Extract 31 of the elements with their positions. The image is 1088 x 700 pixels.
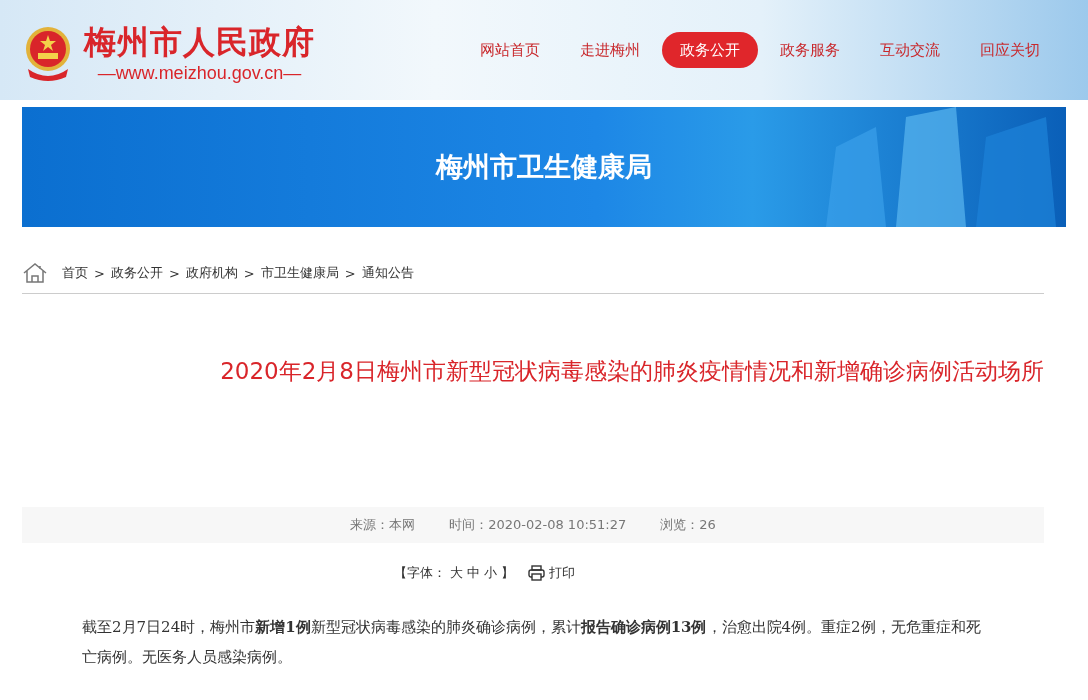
font-size-link[interactable]: 中 (466, 564, 480, 582)
print-link[interactable]: 打印 (548, 564, 575, 582)
article-paragraph: 截至2月7日24时，梅州市新增1例新型冠状病毒感染的肺炎确诊病例，累计报告确诊病例13例，治愈出院4例。重症2例，无危重症和死亡病例。无医务人员感染病例。 (82, 617, 982, 668)
nav-tab[interactable]: 互动交流 (862, 32, 958, 68)
breadcrumb-link[interactable]: 通知公告 (361, 264, 414, 282)
breadcrumb-link[interactable]: 首页 (62, 264, 88, 282)
breadcrumb-separator: > (243, 265, 255, 281)
breadcrumb-link[interactable]: 政务公开 (110, 264, 163, 282)
breadcrumb-link[interactable]: 政府机构 (185, 264, 238, 282)
article-title: 2020年2月8日梅州市新型冠状病毒感染的肺炎疫情情况和新增确诊病例活动场所 (219, 357, 1044, 386)
site-url: —www.meizhou.gov.cn— (97, 62, 302, 84)
nav-tab[interactable]: 政务公开 (662, 32, 758, 68)
nav-tab[interactable]: 网站首页 (462, 32, 558, 68)
breadcrumb-link[interactable]: 市卫生健康局 (260, 264, 339, 282)
breadcrumb-separator: > (94, 265, 105, 281)
meta-text: 时间：2020-02-08 10:51:27 (449, 516, 627, 534)
breadcrumb-separator: > (344, 265, 356, 281)
printer-icon (527, 565, 545, 581)
font-size-link[interactable]: 大 (449, 564, 463, 582)
banner-title: 梅州市卫生健康局 (436, 150, 652, 184)
site-title: 梅州市人民政府 (84, 22, 315, 62)
nav-tab[interactable]: 政务服务 (762, 32, 858, 68)
font-size-label: 【字体： (393, 564, 446, 582)
meta-text: 来源：本网 (350, 516, 416, 534)
nav-tab[interactable]: 走进梅州 (562, 32, 658, 68)
meta-text: 浏览：26 (660, 516, 716, 534)
breadcrumb-separator: > (168, 265, 180, 281)
home-icon (22, 262, 48, 284)
font-size-link[interactable]: 小 (483, 564, 497, 582)
nav-tab[interactable]: 回应关切 (962, 32, 1058, 68)
font-size-bracket: 】 (500, 564, 514, 582)
